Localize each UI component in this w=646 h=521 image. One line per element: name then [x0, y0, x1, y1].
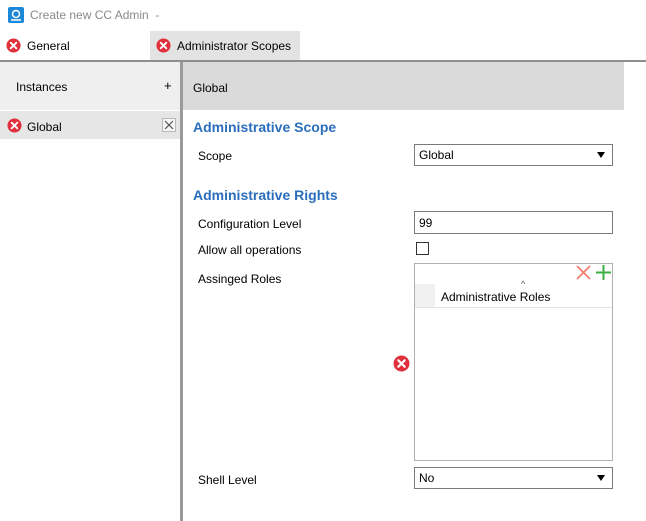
- error-icon: [393, 355, 410, 372]
- error-icon: [156, 38, 171, 53]
- tab-general[interactable]: General: [0, 31, 150, 60]
- configuration-level-label: Configuration Level: [198, 217, 302, 231]
- roles-column-header[interactable]: Administrative Roles: [441, 290, 550, 304]
- section-administrative-scope: Administrative Scope: [193, 119, 337, 135]
- allow-all-operations-label: Allow all operations: [198, 243, 302, 257]
- close-icon: [164, 120, 174, 130]
- configuration-level-input[interactable]: [414, 211, 613, 234]
- chevron-down-icon: [597, 475, 605, 481]
- add-role-icon[interactable]: [595, 264, 612, 281]
- remove-role-icon[interactable]: [575, 264, 592, 281]
- tab-label: Administrator Scopes: [177, 38, 292, 53]
- detail-header: [183, 62, 624, 110]
- instances-title: Instances: [16, 80, 68, 94]
- shell-level-label: Shell Level: [198, 473, 257, 487]
- scope-select[interactable]: Global: [414, 144, 613, 166]
- detail-title: Global: [193, 81, 228, 95]
- add-instance-button[interactable]: +: [164, 78, 172, 93]
- assigned-roles-label: Assinged Roles: [198, 272, 282, 286]
- tab-label: General: [27, 38, 70, 53]
- scope-label: Scope: [198, 149, 233, 163]
- window-title: Create new CC Admin -: [30, 8, 160, 22]
- chevron-down-icon: [597, 152, 605, 158]
- app-icon: [8, 7, 24, 23]
- error-icon: [6, 38, 21, 53]
- row-header-cell: [415, 284, 435, 307]
- shell-level-value: No: [419, 471, 435, 485]
- sort-caret-icon: ^: [521, 279, 526, 289]
- tab-administrator-scopes[interactable]: Administrator Scopes: [150, 31, 300, 60]
- pane-splitter[interactable]: [180, 62, 183, 521]
- instance-item-label: Global: [27, 120, 62, 134]
- scope-select-value: Global: [419, 148, 454, 162]
- remove-instance-button[interactable]: [162, 118, 176, 132]
- allow-all-operations-checkbox[interactable]: [416, 242, 429, 255]
- shell-level-select[interactable]: No: [414, 467, 613, 489]
- error-icon: [7, 118, 22, 133]
- section-administrative-rights: Administrative Rights: [193, 187, 338, 203]
